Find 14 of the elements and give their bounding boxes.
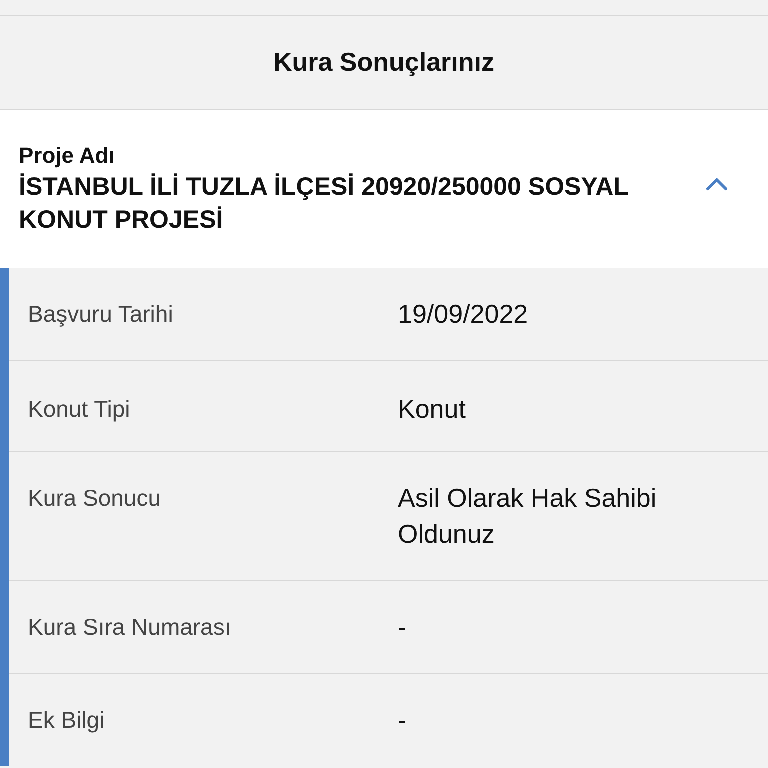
page-title: Kura Sonuçlarınız — [272, 46, 496, 79]
field-label: Ek Bilgi — [28, 706, 106, 735]
field-label: Kura Sonucu — [28, 484, 162, 513]
field-value: Konut — [398, 393, 467, 426]
field-label: Kura Sıra Numarası — [28, 613, 232, 642]
field-value: - — [398, 611, 408, 644]
field-label: Konut Tipi — [28, 395, 132, 424]
chevron-icon[interactable] — [706, 177, 728, 191]
field-value: Asil Olarak Hak Sahibi Oldunuz — [398, 482, 658, 551]
field-label: Başvuru Tarihi — [28, 300, 174, 329]
project-name: İSTANBUL İLİ TUZLA İLÇESİ 20920/250000 SOSYAL KONUT PROJESİ — [19, 172, 629, 236]
field-value: - — [398, 704, 408, 737]
project-label: Proje Adı — [19, 143, 115, 169]
field-value: 19/09/2022 — [398, 298, 530, 331]
